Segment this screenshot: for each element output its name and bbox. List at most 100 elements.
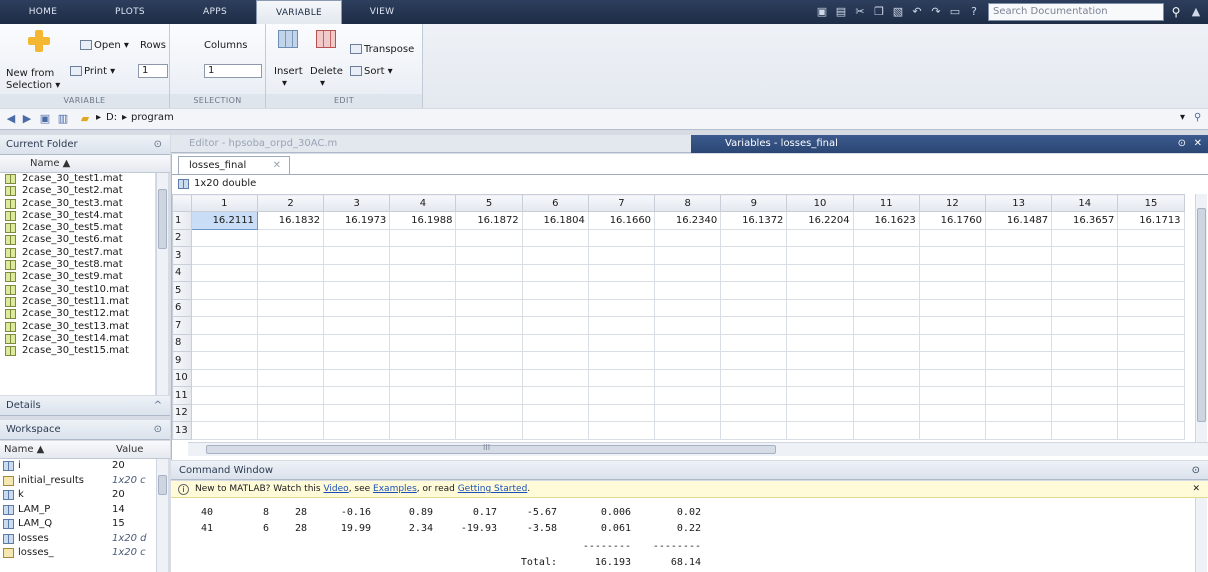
grid-cell[interactable] [323,298,391,317]
search-icon[interactable]: ⚲ [1167,3,1185,21]
column-header[interactable]: 1 [190,194,258,212]
grid-cell[interactable]: 16.3657 [1051,211,1119,230]
grid-cell[interactable] [190,368,258,387]
save-icon[interactable]: ▤ [833,4,849,20]
grid-cell[interactable] [521,298,589,317]
column-header[interactable]: 8 [654,194,722,212]
grid-cell[interactable] [654,351,722,370]
insert-dropdown-arrow[interactable]: ▾ [282,78,287,89]
delete-dropdown-arrow[interactable]: ▾ [320,78,325,89]
grid-cell[interactable] [720,386,788,405]
grid-cell[interactable] [256,333,325,352]
tab-view[interactable]: VIEW [342,0,422,24]
grid-cell[interactable]: 16.2340 [654,211,722,230]
grid-cell[interactable] [720,403,788,422]
grid-cell[interactable] [455,281,523,300]
grid-cell[interactable] [984,403,1053,422]
grid-cell[interactable] [786,368,854,387]
grid-cell[interactable] [786,281,854,300]
grid-cell[interactable]: 16.1623 [852,211,920,230]
grid-cell[interactable] [984,281,1053,300]
grid-cell[interactable] [720,421,788,440]
column-header[interactable]: 13 [984,194,1053,212]
grid-cell[interactable] [256,298,325,317]
grid-cell[interactable] [389,421,457,440]
grid-cell[interactable] [984,246,1053,265]
search-documentation-input[interactable]: Search Documentation [988,3,1164,21]
grid-cell[interactable] [389,246,457,265]
scrollbar-thumb[interactable] [158,475,167,495]
column-header[interactable]: 14 [1051,194,1119,212]
grid-cell[interactable] [323,246,391,265]
workspace-variable[interactable]: initial_results 1x20 c [0,474,168,489]
undo-icon[interactable]: ↶ [909,4,925,20]
grid-cell[interactable] [587,333,656,352]
back-icon[interactable]: ◀ [4,112,18,126]
layout-icon[interactable]: ▣ [814,4,830,20]
grid-cell[interactable] [984,228,1053,247]
grid-cell[interactable] [587,351,656,370]
grid-cell[interactable] [389,228,457,247]
grid-cell[interactable] [1051,351,1119,370]
grid-cell[interactable] [1051,228,1119,247]
grid-cell[interactable] [918,281,986,300]
workspace-value-column[interactable]: Value [116,441,143,459]
grid-cell[interactable] [190,421,258,440]
grid-cell[interactable] [389,263,457,282]
grid-cell[interactable] [1117,333,1185,352]
tab-plots[interactable]: PLOTS [86,0,174,24]
grid-cell[interactable] [720,246,788,265]
grid-cell[interactable] [852,368,920,387]
selection-label[interactable]: Selection ▾ [6,80,60,91]
grid-cell[interactable] [1117,403,1185,422]
grid-cell[interactable] [323,368,391,387]
grid-cell[interactable] [455,316,523,335]
grid-cell[interactable] [654,281,722,300]
examples-link[interactable]: Examples [373,484,417,494]
grid-cell[interactable] [587,228,656,247]
grid-cell[interactable] [190,246,258,265]
grid-cell[interactable]: 16.2111 [190,211,258,230]
grid-cell[interactable] [654,403,722,422]
grid-cell[interactable]: 16.2204 [786,211,854,230]
file-list-item[interactable]: 2case_30_test2.mat [0,185,155,197]
grid-cell[interactable] [521,263,589,282]
grid-cell[interactable] [786,298,854,317]
grid-cell[interactable] [654,316,722,335]
sort-button[interactable]: Sort ▾ [350,66,393,77]
grid-cell[interactable] [521,333,589,352]
grid-cell[interactable]: 16.1988 [389,211,457,230]
row-header[interactable]: 10 [172,368,192,387]
grid-cell[interactable] [389,386,457,405]
grid-cell[interactable] [720,298,788,317]
grid-cell[interactable] [323,386,391,405]
grid-cell[interactable]: 16.1832 [256,211,325,230]
grid-cell[interactable] [587,246,656,265]
grid-cell[interactable] [521,246,589,265]
grid-cell[interactable] [918,316,986,335]
grid-cell[interactable] [455,333,523,352]
column-header[interactable]: 7 [587,194,656,212]
file-list-item[interactable]: 2case_30_test4.mat [0,210,155,222]
grid-cell[interactable] [654,368,722,387]
file-list-scrollbar[interactable] [156,173,168,395]
grid-cell[interactable] [256,281,325,300]
grid-cell[interactable] [521,403,589,422]
grid-cell[interactable] [852,351,920,370]
grid-cell[interactable] [852,228,920,247]
grid-cell[interactable] [984,298,1053,317]
workspace-variable[interactable]: losses 1x20 d [0,532,168,547]
grid-cell[interactable] [521,316,589,335]
grid-cell[interactable] [455,386,523,405]
panel-menu-icon[interactable]: ⊙ [154,420,162,440]
grid-cell[interactable] [323,351,391,370]
workspace-name-column[interactable]: Name ▲ [4,441,44,459]
scrollbar-thumb[interactable]: III [206,443,776,454]
search-folder-icon[interactable]: ⚲ [1194,112,1201,123]
grid-cell[interactable]: 16.1660 [587,211,656,230]
grid-cell[interactable] [1117,298,1185,317]
workspace-variable[interactable]: losses_ 1x20 c [0,546,168,561]
grid-cell[interactable] [587,386,656,405]
path-folder[interactable]: program [131,112,174,123]
grid-cell[interactable] [256,316,325,335]
